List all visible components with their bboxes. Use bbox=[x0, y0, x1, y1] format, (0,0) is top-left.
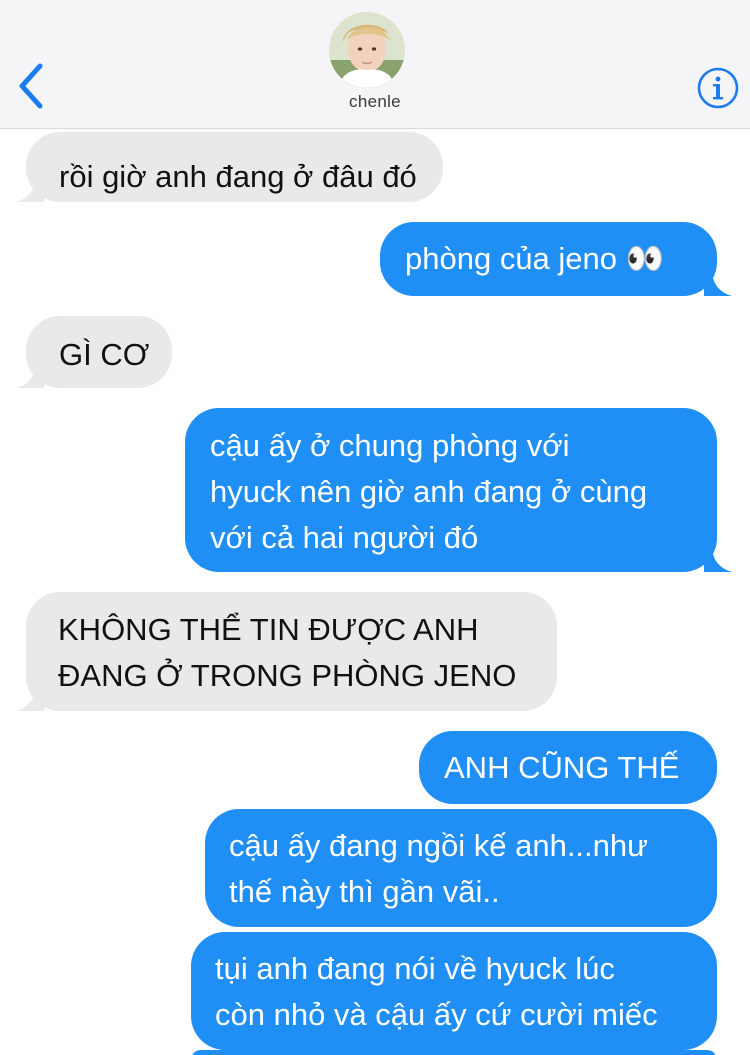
message-bubble-received[interactable]: KHÔNG THỂ TIN ĐƯỢC ANH ĐANG Ở TRONG PHÒN… bbox=[26, 592, 557, 711]
conversation-thread[interactable]: rồi giờ anh đang ở đâu đó phòng của jeno… bbox=[0, 0, 750, 1055]
message-text: GÌ CƠ bbox=[59, 337, 150, 372]
message-bubble-received[interactable]: rồi giờ anh đang ở đâu đó bbox=[26, 132, 443, 202]
message-line: thế này thì gần vãi.. bbox=[229, 874, 500, 909]
message-text: phòng của jeno 👀 bbox=[405, 241, 665, 276]
message-bubble-sent[interactable]: cậu ấy ở chung phòng với hyuck nên giờ a… bbox=[185, 408, 717, 572]
bubble-tail-received bbox=[16, 685, 44, 711]
message-bubble-sent[interactable]: ANH CŨNG THẾ bbox=[419, 731, 717, 804]
message-bubble-sent[interactable]: cậu ấy đang ngồi kế anh...như thế này th… bbox=[205, 809, 717, 927]
message-line: cậu ấy ở chung phòng với bbox=[210, 428, 570, 463]
message-line: cậu ấy đang ngồi kế anh...như bbox=[229, 828, 648, 863]
message-bubble-sent[interactable]: phòng của jeno 👀 bbox=[380, 222, 717, 296]
conversation-header: chenle bbox=[0, 0, 750, 129]
message-line: còn nhỏ và cậu ấy cứ cười miếc bbox=[215, 997, 658, 1032]
message-line: với cả hai người đó bbox=[210, 520, 479, 555]
info-icon bbox=[697, 67, 739, 109]
bubble-tail-received bbox=[16, 362, 44, 388]
next-message-edge bbox=[191, 1050, 717, 1055]
message-line: KHÔNG THỂ TIN ĐƯỢC ANH bbox=[58, 612, 479, 647]
message-bubble-sent[interactable]: tụi anh đang nói về hyuck lúc còn nhỏ và… bbox=[191, 932, 717, 1050]
contact-photo bbox=[329, 12, 405, 88]
message-line: ĐANG Ở TRONG PHÒNG JENO bbox=[58, 658, 517, 693]
bubble-tail-received bbox=[16, 176, 44, 202]
message-text: rồi giờ anh đang ở đâu đó bbox=[59, 159, 417, 194]
message-line: tụi anh đang nói về hyuck lúc bbox=[215, 951, 615, 986]
messages-screen: rồi giờ anh đang ở đâu đó phòng của jeno… bbox=[0, 0, 750, 1055]
message-text: ANH CŨNG THẾ bbox=[444, 750, 680, 785]
message-bubble-received[interactable]: GÌ CƠ bbox=[26, 316, 172, 388]
avatar[interactable] bbox=[329, 12, 405, 88]
info-button[interactable] bbox=[696, 66, 740, 110]
message-line: hyuck nên giờ anh đang ở cùng bbox=[210, 474, 648, 509]
contact-name[interactable]: chenle bbox=[0, 92, 750, 112]
